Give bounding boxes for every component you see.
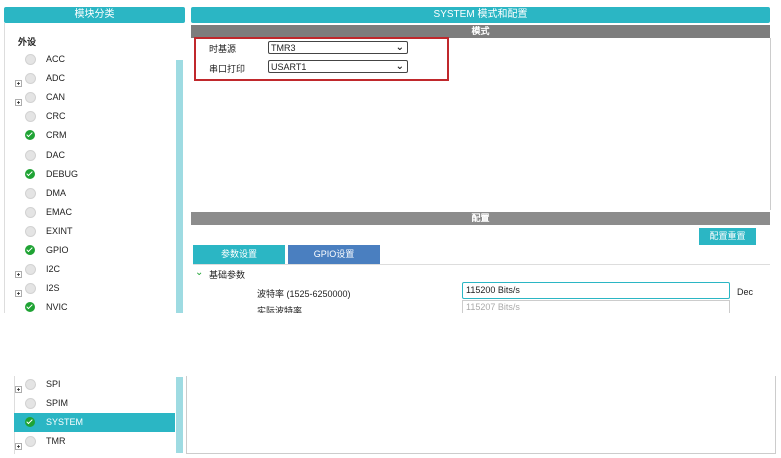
- sidebar-item-label: DMA: [46, 187, 66, 198]
- expand-icon[interactable]: [15, 438, 22, 451]
- sidebar-item-i2s[interactable]: I2S: [14, 279, 175, 298]
- enabled-check-icon: [25, 417, 35, 428]
- timebase-label: 时基源: [209, 44, 237, 54]
- sidebar-item-label: EMAC: [46, 206, 73, 217]
- sidebar-item-label: NVIC: [46, 302, 68, 313]
- sidebar-item-label: CRM: [46, 130, 67, 141]
- chevron-down-icon: ⌄: [395, 42, 404, 53]
- system-panel-title: SYSTEM 模式和配置: [433, 9, 528, 20]
- sidebar-item-can[interactable]: CAN: [14, 88, 175, 107]
- mode-bar-label: 模式: [471, 26, 490, 36]
- disabled-status-icon: [25, 54, 36, 65]
- sidebar-item-tmr[interactable]: TMR: [14, 432, 175, 451]
- collapse-chevron-icon[interactable]: ⌄: [195, 267, 203, 278]
- sidebar-item-system[interactable]: SYSTEM: [14, 413, 175, 433]
- config-bar-label: 配置: [471, 213, 490, 223]
- expand-icon[interactable]: [15, 75, 22, 87]
- lower-right-frame: [186, 376, 776, 454]
- chevron-down-icon: ⌄: [395, 61, 404, 72]
- disabled-status-icon: [25, 187, 36, 199]
- disabled-status-icon: [25, 283, 36, 295]
- sidebar-item-spi[interactable]: SPI: [14, 375, 175, 394]
- module-category-header: 模块分类: [4, 7, 185, 23]
- system-mode-config-header: SYSTEM 模式和配置: [191, 7, 770, 23]
- sidebar-item-crc[interactable]: CRC: [14, 107, 175, 126]
- config-bar: 配置: [191, 212, 770, 225]
- actual-baud-input: 115207 Bits/s: [462, 300, 730, 313]
- expand-icon[interactable]: [15, 94, 22, 107]
- sidebar-item-adc[interactable]: ADC: [14, 69, 175, 88]
- sidebar-item-nvic[interactable]: NVIC: [14, 298, 175, 313]
- serial-print-label: 串口打印: [209, 64, 246, 74]
- sidebar-item-acc[interactable]: ACC: [14, 50, 175, 69]
- disabled-status-icon: [25, 111, 36, 123]
- sidebar-item-label: DEBUG: [46, 168, 79, 179]
- sidebar-item-dac[interactable]: DAC: [14, 146, 175, 165]
- disabled-status-icon: [25, 149, 36, 161]
- serial-print-select-value: USART1: [271, 62, 307, 72]
- sidebar-item-label: GPIO: [46, 245, 69, 255]
- actual-baud-label: 实际波特率: [257, 306, 303, 313]
- expand-icon[interactable]: [15, 266, 22, 278]
- baud-rate-unit: Dec: [737, 287, 754, 297]
- sidebar-item-spim[interactable]: SPIM: [14, 394, 175, 413]
- baud-rate-input[interactable]: 115200 Bits/s: [462, 282, 730, 299]
- sidebar-item-label: I2C: [46, 264, 61, 275]
- baud-rate-label: 波特率 (1525-6250000): [257, 289, 351, 299]
- timebase-select[interactable]: TMR3 ⌄: [268, 41, 408, 54]
- enabled-check-icon: [25, 130, 35, 141]
- group-label-peripherals: 外设: [18, 37, 37, 47]
- disabled-status-icon: [25, 206, 36, 218]
- enabled-check-icon: [25, 168, 35, 179]
- reset-config-button-label: 配置重置: [709, 231, 746, 241]
- tab-gpio-settings[interactable]: GPIO设置: [288, 245, 380, 264]
- disabled-status-icon: [25, 379, 36, 390]
- serial-print-select[interactable]: USART1 ⌄: [268, 60, 408, 73]
- timebase-select-value: TMR3: [271, 43, 296, 53]
- actual-baud-value: 115207 Bits/s: [466, 302, 520, 312]
- sidebar-item-emac[interactable]: EMAC: [14, 203, 175, 222]
- sidebar-item-label: CRC: [46, 111, 66, 122]
- sidebar-item-debug[interactable]: DEBUG: [14, 165, 175, 184]
- sidebar-item-crm[interactable]: CRM: [14, 126, 175, 145]
- left-scrollbar-top[interactable]: [176, 60, 183, 313]
- sidebar-item-label: SPI: [46, 379, 61, 389]
- tab-gpio-settings-label: GPIO设置: [313, 249, 355, 259]
- section-basic-params: 基础参数: [209, 270, 246, 280]
- sidebar-item-label: DAC: [46, 149, 66, 160]
- sidebar-item-gpio[interactable]: GPIO: [14, 241, 175, 260]
- disabled-status-icon: [25, 92, 36, 104]
- sidebar-item-label: ACC: [46, 54, 66, 64]
- sidebar-item-label: CAN: [46, 92, 66, 103]
- tab-underline: [193, 264, 770, 265]
- sidebar-item-label: ADC: [46, 73, 66, 84]
- tab-parameter-settings[interactable]: 参数设置: [193, 245, 285, 264]
- sidebar-item-label: SPIM: [46, 398, 69, 409]
- sidebar-item-label: EXINT: [46, 225, 73, 236]
- disabled-status-icon: [25, 398, 36, 410]
- disabled-status-icon: [25, 436, 36, 448]
- expand-icon[interactable]: [15, 381, 22, 393]
- expand-icon[interactable]: [15, 285, 22, 298]
- enabled-check-icon: [25, 245, 35, 255]
- sidebar-item-i2c[interactable]: I2C: [14, 260, 175, 279]
- tab-parameter-settings-label: 参数设置: [220, 249, 257, 259]
- reset-config-button[interactable]: 配置重置: [699, 228, 756, 245]
- sidebar-item-dma[interactable]: DMA: [14, 184, 175, 203]
- sidebar-item-exint[interactable]: EXINT: [14, 222, 175, 241]
- sidebar-item-label: TMR: [46, 436, 66, 447]
- disabled-status-icon: [25, 264, 36, 276]
- sidebar-item-label: I2S: [46, 283, 60, 294]
- disabled-status-icon: [25, 225, 36, 237]
- sidebar-item-label: SYSTEM: [46, 417, 84, 428]
- disabled-status-icon: [25, 73, 36, 85]
- baud-rate-value: 115200 Bits/s: [466, 285, 520, 295]
- module-category-title: 模块分类: [74, 9, 115, 20]
- left-scrollbar-bottom[interactable]: [176, 377, 183, 453]
- enabled-check-icon: [25, 302, 35, 313]
